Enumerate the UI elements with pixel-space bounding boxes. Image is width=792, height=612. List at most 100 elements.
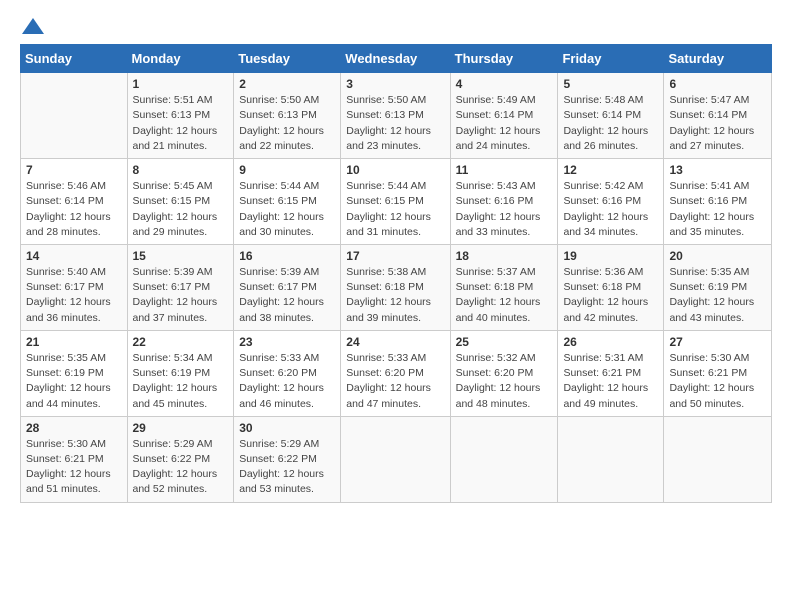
day-number: 14 bbox=[26, 249, 122, 263]
day-info: Sunrise: 5:35 AMSunset: 6:19 PMDaylight:… bbox=[669, 265, 766, 326]
day-number: 23 bbox=[239, 335, 335, 349]
calendar-cell: 22 Sunrise: 5:34 AMSunset: 6:19 PMDayligh… bbox=[127, 330, 234, 416]
day-info: Sunrise: 5:37 AMSunset: 6:18 PMDaylight:… bbox=[456, 265, 553, 326]
day-number: 11 bbox=[456, 163, 553, 177]
calendar-cell: 28 Sunrise: 5:30 AMSunset: 6:21 PMDayligh… bbox=[21, 416, 128, 502]
day-info: Sunrise: 5:47 AMSunset: 6:14 PMDaylight:… bbox=[669, 93, 766, 154]
day-number: 26 bbox=[563, 335, 658, 349]
calendar-cell: 14 Sunrise: 5:40 AMSunset: 6:17 PMDayligh… bbox=[21, 245, 128, 331]
day-number: 13 bbox=[669, 163, 766, 177]
day-info: Sunrise: 5:38 AMSunset: 6:18 PMDaylight:… bbox=[346, 265, 444, 326]
logo-icon bbox=[22, 16, 44, 36]
day-info: Sunrise: 5:44 AMSunset: 6:15 PMDaylight:… bbox=[239, 179, 335, 240]
calendar-table: SundayMondayTuesdayWednesdayThursdayFrid… bbox=[20, 44, 772, 502]
calendar-cell: 19 Sunrise: 5:36 AMSunset: 6:18 PMDayligh… bbox=[558, 245, 664, 331]
day-info: Sunrise: 5:31 AMSunset: 6:21 PMDaylight:… bbox=[563, 351, 658, 412]
day-number: 27 bbox=[669, 335, 766, 349]
day-number: 8 bbox=[133, 163, 229, 177]
day-number: 5 bbox=[563, 77, 658, 91]
calendar-week-row: 1Sunrise: 5:51 AMSunset: 6:13 PMDaylight… bbox=[21, 73, 772, 159]
calendar-cell: 27 Sunrise: 5:30 AMSunset: 6:21 PMDayligh… bbox=[664, 330, 772, 416]
page: SundayMondayTuesdayWednesdayThursdayFrid… bbox=[0, 0, 792, 519]
day-number: 18 bbox=[456, 249, 553, 263]
calendar-header-cell: Monday bbox=[127, 45, 234, 73]
day-number: 22 bbox=[133, 335, 229, 349]
calendar-header-cell: Saturday bbox=[664, 45, 772, 73]
day-info: Sunrise: 5:43 AMSunset: 6:16 PMDaylight:… bbox=[456, 179, 553, 240]
day-number: 4 bbox=[456, 77, 553, 91]
calendar-cell: 23 Sunrise: 5:33 AMSunset: 6:20 PMDayligh… bbox=[234, 330, 341, 416]
day-info: Sunrise: 5:33 AMSunset: 6:20 PMDaylight:… bbox=[239, 351, 335, 412]
calendar-cell: 17 Sunrise: 5:38 AMSunset: 6:18 PMDayligh… bbox=[341, 245, 450, 331]
day-info: Sunrise: 5:42 AMSunset: 6:16 PMDaylight:… bbox=[563, 179, 658, 240]
day-info: Sunrise: 5:29 AMSunset: 6:22 PMDaylight:… bbox=[133, 437, 229, 498]
calendar-week-row: 28 Sunrise: 5:30 AMSunset: 6:21 PMDayligh… bbox=[21, 416, 772, 502]
calendar-cell: 20 Sunrise: 5:35 AMSunset: 6:19 PMDayligh… bbox=[664, 245, 772, 331]
calendar-cell: 29 Sunrise: 5:29 AMSunset: 6:22 PMDayligh… bbox=[127, 416, 234, 502]
day-info: Sunrise: 5:50 AMSunset: 6:13 PMDaylight:… bbox=[346, 93, 444, 154]
calendar-cell: 2 Sunrise: 5:50 AMSunset: 6:13 PMDaylight… bbox=[234, 73, 341, 159]
day-info: Sunrise: 5:41 AMSunset: 6:16 PMDaylight:… bbox=[669, 179, 766, 240]
day-number: 24 bbox=[346, 335, 444, 349]
day-info: Sunrise: 5:30 AMSunset: 6:21 PMDaylight:… bbox=[669, 351, 766, 412]
calendar-cell: 9Sunrise: 5:44 AMSunset: 6:15 PMDaylight… bbox=[234, 159, 341, 245]
calendar-week-row: 14 Sunrise: 5:40 AMSunset: 6:17 PMDayligh… bbox=[21, 245, 772, 331]
day-number: 7 bbox=[26, 163, 122, 177]
day-info: Sunrise: 5:35 AMSunset: 6:19 PMDaylight:… bbox=[26, 351, 122, 412]
calendar-cell: 5 Sunrise: 5:48 AMSunset: 6:14 PMDaylight… bbox=[558, 73, 664, 159]
calendar-cell: 12 Sunrise: 5:42 AMSunset: 6:16 PMDayligh… bbox=[558, 159, 664, 245]
day-info: Sunrise: 5:45 AMSunset: 6:15 PMDaylight:… bbox=[133, 179, 229, 240]
day-info: Sunrise: 5:34 AMSunset: 6:19 PMDaylight:… bbox=[133, 351, 229, 412]
calendar-cell: 15Sunrise: 5:39 AMSunset: 6:17 PMDayligh… bbox=[127, 245, 234, 331]
day-info: Sunrise: 5:49 AMSunset: 6:14 PMDaylight:… bbox=[456, 93, 553, 154]
day-info: Sunrise: 5:48 AMSunset: 6:14 PMDaylight:… bbox=[563, 93, 658, 154]
calendar-cell: 3 Sunrise: 5:50 AMSunset: 6:13 PMDaylight… bbox=[341, 73, 450, 159]
day-info: Sunrise: 5:29 AMSunset: 6:22 PMDaylight:… bbox=[239, 437, 335, 498]
calendar-header-row: SundayMondayTuesdayWednesdayThursdayFrid… bbox=[21, 45, 772, 73]
calendar-cell bbox=[341, 416, 450, 502]
day-info: Sunrise: 5:51 AMSunset: 6:13 PMDaylight:… bbox=[133, 93, 229, 154]
calendar-week-row: 21 Sunrise: 5:35 AMSunset: 6:19 PMDayligh… bbox=[21, 330, 772, 416]
calendar-header-cell: Thursday bbox=[450, 45, 558, 73]
calendar-cell bbox=[664, 416, 772, 502]
day-info: Sunrise: 5:39 AMSunset: 6:17 PMDaylight:… bbox=[239, 265, 335, 326]
day-number: 12 bbox=[563, 163, 658, 177]
calendar-cell bbox=[558, 416, 664, 502]
calendar-cell: 1Sunrise: 5:51 AMSunset: 6:13 PMDaylight… bbox=[127, 73, 234, 159]
calendar-cell bbox=[450, 416, 558, 502]
calendar-header-cell: Wednesday bbox=[341, 45, 450, 73]
calendar-cell: 18 Sunrise: 5:37 AMSunset: 6:18 PMDayligh… bbox=[450, 245, 558, 331]
calendar-cell: 11 Sunrise: 5:43 AMSunset: 6:16 PMDayligh… bbox=[450, 159, 558, 245]
day-number: 10 bbox=[346, 163, 444, 177]
day-number: 28 bbox=[26, 421, 122, 435]
calendar-cell: 13 Sunrise: 5:41 AMSunset: 6:16 PMDayligh… bbox=[664, 159, 772, 245]
day-number: 19 bbox=[563, 249, 658, 263]
day-info: Sunrise: 5:50 AMSunset: 6:13 PMDaylight:… bbox=[239, 93, 335, 154]
day-number: 17 bbox=[346, 249, 444, 263]
calendar-cell: 10Sunrise: 5:44 AMSunset: 6:15 PMDayligh… bbox=[341, 159, 450, 245]
calendar-body: 1Sunrise: 5:51 AMSunset: 6:13 PMDaylight… bbox=[21, 73, 772, 502]
calendar-cell: 8 Sunrise: 5:45 AMSunset: 6:15 PMDaylight… bbox=[127, 159, 234, 245]
day-info: Sunrise: 5:32 AMSunset: 6:20 PMDaylight:… bbox=[456, 351, 553, 412]
day-number: 6 bbox=[669, 77, 766, 91]
header bbox=[20, 16, 772, 36]
calendar-week-row: 7 Sunrise: 5:46 AMSunset: 6:14 PMDaylight… bbox=[21, 159, 772, 245]
logo-text bbox=[20, 16, 44, 36]
day-number: 3 bbox=[346, 77, 444, 91]
day-info: Sunrise: 5:40 AMSunset: 6:17 PMDaylight:… bbox=[26, 265, 122, 326]
day-number: 2 bbox=[239, 77, 335, 91]
calendar-cell: 4 Sunrise: 5:49 AMSunset: 6:14 PMDaylight… bbox=[450, 73, 558, 159]
day-number: 21 bbox=[26, 335, 122, 349]
calendar-header-cell: Friday bbox=[558, 45, 664, 73]
calendar-cell: 26 Sunrise: 5:31 AMSunset: 6:21 PMDayligh… bbox=[558, 330, 664, 416]
calendar-cell: 30 Sunrise: 5:29 AMSunset: 6:22 PMDayligh… bbox=[234, 416, 341, 502]
day-info: Sunrise: 5:33 AMSunset: 6:20 PMDaylight:… bbox=[346, 351, 444, 412]
day-number: 30 bbox=[239, 421, 335, 435]
logo bbox=[20, 16, 44, 36]
day-number: 20 bbox=[669, 249, 766, 263]
day-info: Sunrise: 5:30 AMSunset: 6:21 PMDaylight:… bbox=[26, 437, 122, 498]
day-number: 29 bbox=[133, 421, 229, 435]
day-info: Sunrise: 5:46 AMSunset: 6:14 PMDaylight:… bbox=[26, 179, 122, 240]
day-info: Sunrise: 5:36 AMSunset: 6:18 PMDaylight:… bbox=[563, 265, 658, 326]
day-number: 16 bbox=[239, 249, 335, 263]
